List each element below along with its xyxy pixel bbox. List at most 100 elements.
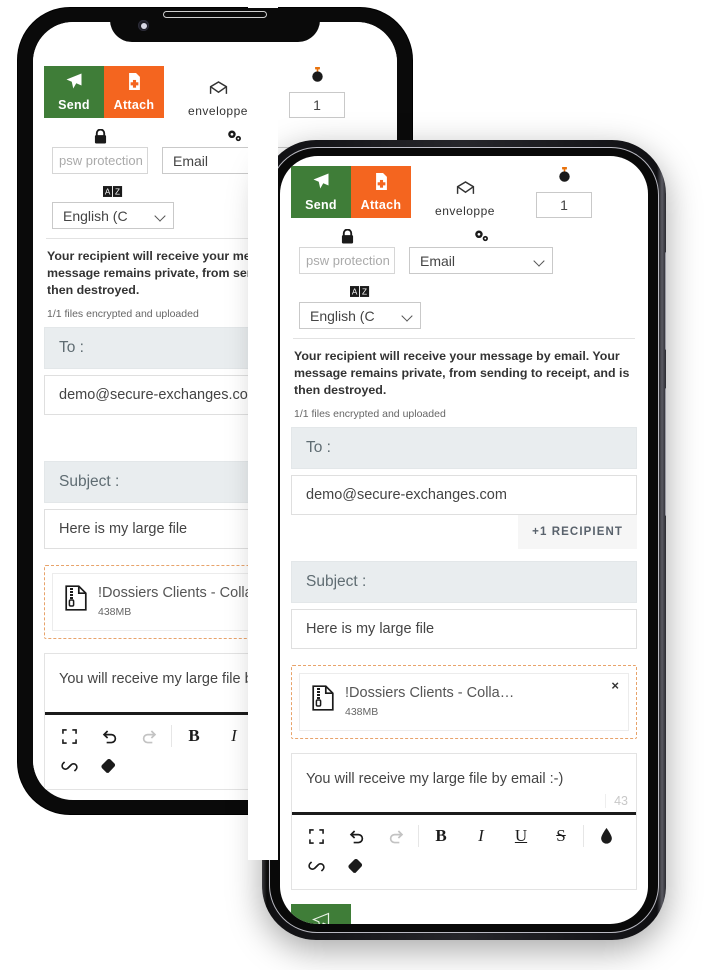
paper-plane-icon	[65, 72, 83, 95]
send-button-label: Send	[305, 198, 337, 212]
translate-icon: AZ	[350, 283, 370, 299]
text-color-icon[interactable]	[586, 821, 626, 851]
bg-app-toolbar: Send Attach enveloppe 1	[44, 66, 386, 118]
editor-toolbar: B I U S	[292, 815, 636, 889]
eraser-icon[interactable]	[89, 751, 129, 781]
stopwatch-icon	[311, 67, 324, 88]
undo-icon[interactable]	[336, 821, 376, 851]
strikethrough-icon[interactable]: S	[541, 821, 581, 851]
editor-char-count: 43	[605, 794, 628, 808]
toolbar-separator-1	[418, 825, 419, 847]
translate-icon: AZ	[103, 183, 123, 199]
language-row: AZ English (C	[291, 283, 637, 329]
editor-body[interactable]: You will receive my large file by email …	[292, 754, 636, 812]
attach-button-label: Attach	[360, 197, 402, 212]
eraser-icon[interactable]	[336, 851, 376, 881]
attach-button[interactable]: Attach	[351, 166, 411, 218]
bg-envelope-label: enveloppe	[188, 104, 248, 118]
attachment-name: !Dossiers Clients - Colla…	[345, 685, 515, 701]
fullscreen-icon[interactable]	[49, 721, 89, 751]
gears-icon	[226, 128, 243, 144]
transfer-type-group: Email	[409, 228, 553, 274]
file-add-icon	[127, 72, 142, 95]
zip-file-icon	[65, 585, 87, 616]
bg-timer-control[interactable]: 1	[272, 66, 362, 118]
zip-file-icon	[312, 685, 334, 716]
stopwatch-icon	[558, 167, 571, 188]
lock-icon	[94, 128, 107, 144]
expiry-timer-control[interactable]: 1	[519, 166, 609, 218]
svg-text:A: A	[105, 187, 111, 196]
bg-language-select[interactable]: English (C	[52, 202, 174, 229]
file-add-icon	[374, 172, 389, 195]
message-editor[interactable]: You will receive my large file by email …	[291, 753, 637, 890]
fullscreen-icon[interactable]	[296, 821, 336, 851]
bg-timer-input[interactable]: 1	[289, 92, 345, 118]
send-button[interactable]: Send	[291, 166, 351, 218]
recipient-row: +1 RECIPIENT	[291, 515, 637, 549]
bg-phone-earpiece	[163, 11, 267, 18]
bg-attach-button[interactable]: Attach	[104, 66, 164, 118]
attachment-dropzone[interactable]: !Dossiers Clients - Colla… 438MB ×	[291, 665, 637, 739]
link-icon[interactable]	[49, 751, 89, 781]
svg-text:Z: Z	[362, 287, 367, 296]
bg-language-group: AZ English (C	[52, 183, 174, 229]
open-envelope-icon	[456, 180, 475, 200]
bg-send-label: Send	[58, 98, 90, 112]
bg-toolbar-separator-1	[171, 725, 172, 747]
editor-text: You will receive my large file by email …	[306, 771, 564, 787]
language-select[interactable]: English (C	[299, 302, 421, 329]
phone-side-button-top[interactable]	[665, 252, 666, 350]
bold-icon[interactable]: B	[174, 721, 214, 751]
paper-plane-icon	[312, 172, 330, 195]
password-input[interactable]: psw protection	[299, 247, 395, 274]
svg-text:Z: Z	[115, 187, 120, 196]
bg-attachment-meta: !Dossiers Clients - Colla… 438MB	[98, 585, 267, 618]
italic-icon[interactable]: I	[461, 821, 501, 851]
mockup-overlap-mask	[248, 0, 278, 860]
app-toolbar: Send Attach enveloppe 1	[291, 166, 637, 218]
gears-icon	[473, 228, 490, 244]
bg-front-camera-icon	[138, 20, 149, 31]
foreground-phone-screen: Send Attach enveloppe 1 psw protection E…	[280, 156, 648, 924]
upload-status: 1/1 files encrypted and uploaded	[294, 408, 446, 420]
link-icon[interactable]	[296, 851, 336, 881]
phone-power-button[interactable]	[665, 388, 666, 516]
undo-icon[interactable]	[89, 721, 129, 751]
to-label: To :	[291, 427, 637, 469]
editor-toolbar-row-1: B I U S	[296, 821, 632, 851]
bg-attach-label: Attach	[113, 97, 155, 112]
envelope-label: enveloppe	[435, 204, 495, 218]
subject-input[interactable]: Here is my large file	[291, 609, 637, 649]
attachment-item[interactable]: !Dossiers Clients - Colla… 438MB ×	[299, 673, 629, 731]
privacy-notice: Your recipient will receive your message…	[294, 349, 630, 397]
envelope-control[interactable]: enveloppe	[411, 166, 519, 218]
transfer-type-select[interactable]: Email	[409, 247, 553, 274]
bg-attachment-name: !Dossiers Clients - Colla…	[98, 585, 268, 601]
attachment-size: 438MB	[345, 706, 379, 718]
subject-label: Subject :	[291, 561, 637, 603]
redo-icon[interactable]	[129, 721, 169, 751]
to-input[interactable]: demo@secure-exchanges.com	[291, 475, 637, 515]
underline-icon[interactable]: U	[501, 821, 541, 851]
screenshot-canvas: Send Attach enveloppe 1 psw protection E…	[0, 0, 710, 970]
bg-attachment-size: 438MB	[98, 606, 132, 618]
bg-send-button[interactable]: Send	[44, 66, 104, 118]
redo-icon[interactable]	[376, 821, 416, 851]
password-field-group: psw protection	[299, 228, 395, 274]
bold-icon[interactable]: B	[421, 821, 461, 851]
add-recipient-button[interactable]: +1 RECIPIENT	[518, 515, 637, 549]
bg-password-input[interactable]: psw protection	[52, 147, 148, 174]
language-group: AZ English (C	[299, 283, 421, 329]
close-icon[interactable]: ×	[611, 679, 619, 692]
open-envelope-icon	[209, 80, 228, 100]
attachment-meta: !Dossiers Clients - Colla… 438MB	[345, 685, 514, 718]
secure-exchanges-compose-view: Send Attach enveloppe 1 psw protection E…	[280, 156, 648, 924]
foreground-phone-mockup: Send Attach enveloppe 1 psw protection E…	[262, 140, 666, 940]
paper-plane-icon	[311, 912, 330, 924]
bg-password-field-group: psw protection	[52, 128, 148, 174]
toolbar-separator-2	[583, 825, 584, 847]
expiry-days-input[interactable]: 1	[536, 192, 592, 218]
